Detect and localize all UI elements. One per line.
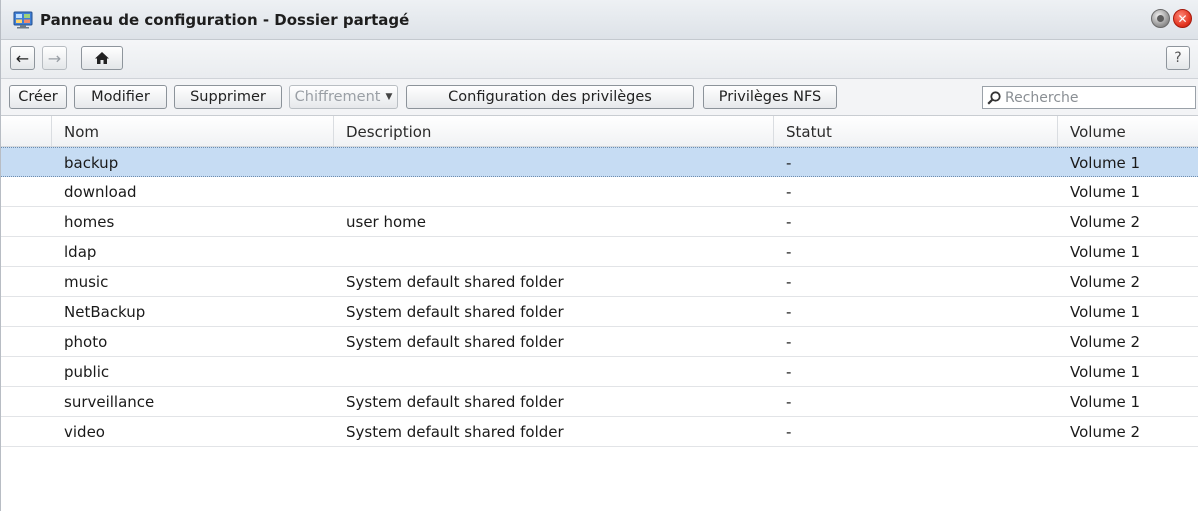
caret-down-icon: ▼ xyxy=(385,92,393,102)
cell-name: backup xyxy=(64,154,119,172)
close-icon: ✕ xyxy=(1177,11,1188,26)
table-row[interactable]: surveillance System default shared folder… xyxy=(1,387,1198,417)
cell-status: - xyxy=(786,303,792,321)
delete-button[interactable]: Supprimer xyxy=(174,85,282,109)
cell-description: System default shared folder xyxy=(346,273,564,291)
cell-description: user home xyxy=(346,213,427,231)
column-header-blank xyxy=(1,116,52,146)
cell-status: - xyxy=(786,154,792,172)
close-button[interactable]: ✕ xyxy=(1173,9,1192,28)
cell-name: ldap xyxy=(64,243,97,261)
encryption-label: Chiffrement xyxy=(294,89,381,105)
window-title: Panneau de configuration - Dossier parta… xyxy=(40,10,410,29)
cell-name: photo xyxy=(64,333,108,351)
privileges-config-button[interactable]: Configuration des privilèges xyxy=(406,85,694,109)
cell-volume: Volume 1 xyxy=(1070,154,1141,172)
cell-description xyxy=(334,177,774,206)
cell-volume: Volume 2 xyxy=(1070,333,1141,351)
cell-description: System default shared folder xyxy=(346,423,564,441)
cell-description xyxy=(334,237,774,266)
cell-description: System default shared folder xyxy=(346,393,564,411)
toolbar: Créer Modifier Supprimer Chiffrement ▼ C… xyxy=(1,79,1198,116)
home-button[interactable] xyxy=(81,46,123,70)
cell-status: - xyxy=(786,333,792,351)
search-icon xyxy=(987,90,1001,105)
search-input[interactable] xyxy=(1001,89,1185,106)
create-button[interactable]: Créer xyxy=(9,85,67,109)
shared-folder-table: Nom Description Statut Volume backup - Vol… xyxy=(1,116,1198,447)
cell-volume: Volume 2 xyxy=(1070,213,1141,231)
cell-name: public xyxy=(64,363,110,381)
table-row[interactable]: download - Volume 1 xyxy=(1,177,1198,207)
cell-description: System default shared folder xyxy=(346,303,564,321)
minimize-button[interactable] xyxy=(1151,9,1170,28)
control-panel-window: Panneau de configuration - Dossier parta… xyxy=(0,0,1198,511)
table-row[interactable]: ldap - Volume 1 xyxy=(1,237,1198,267)
table-row[interactable]: NetBackup System default shared folder - Vo… xyxy=(1,297,1198,327)
title-bar[interactable]: Panneau de configuration - Dossier parta… xyxy=(1,0,1198,40)
edit-button[interactable]: Modifier xyxy=(74,85,167,109)
cell-description: System default shared folder xyxy=(346,333,564,351)
arrow-left-icon: ← xyxy=(15,48,30,68)
search-box[interactable] xyxy=(982,86,1196,109)
cell-description xyxy=(334,357,774,386)
cell-volume: Volume 2 xyxy=(1070,423,1141,441)
cell-status: - xyxy=(786,393,792,411)
cell-volume: Volume 1 xyxy=(1070,363,1141,381)
nfs-privileges-button[interactable]: Privilèges NFS xyxy=(703,85,837,109)
help-button[interactable]: ? xyxy=(1166,46,1190,70)
minimize-icon xyxy=(1157,15,1164,22)
column-header-description[interactable]: Description xyxy=(334,116,774,146)
forward-button[interactable]: → xyxy=(42,46,67,70)
home-icon xyxy=(95,52,109,64)
table-body: backup - Volume 1 download - Volume 1 homes use… xyxy=(1,147,1198,447)
cell-name: download xyxy=(64,183,137,201)
back-button[interactable]: ← xyxy=(10,46,35,70)
cell-status: - xyxy=(786,183,792,201)
cell-status: - xyxy=(786,273,792,291)
table-row[interactable]: public - Volume 1 xyxy=(1,357,1198,387)
cell-status: - xyxy=(786,423,792,441)
cell-name: homes xyxy=(64,213,115,231)
control-panel-icon xyxy=(13,11,33,28)
table-row[interactable]: music System default shared folder - Volume… xyxy=(1,267,1198,297)
arrow-right-icon: → xyxy=(47,48,62,68)
navigation-bar: ← → ? xyxy=(1,40,1198,79)
cell-volume: Volume 1 xyxy=(1070,243,1141,261)
cell-volume: Volume 1 xyxy=(1070,303,1141,321)
cell-volume: Volume 1 xyxy=(1070,393,1141,411)
column-header-volume[interactable]: Volume xyxy=(1058,116,1198,146)
column-header-name[interactable]: Nom xyxy=(52,116,334,146)
cell-name: surveillance xyxy=(64,393,155,411)
cell-status: - xyxy=(786,363,792,381)
table-row[interactable]: backup - Volume 1 xyxy=(1,147,1198,177)
encryption-dropdown[interactable]: Chiffrement ▼ xyxy=(289,85,398,109)
table-header: Nom Description Statut Volume xyxy=(1,116,1198,147)
cell-volume: Volume 2 xyxy=(1070,273,1141,291)
table-row[interactable]: homes user home - Volume 2 xyxy=(1,207,1198,237)
table-row[interactable]: video System default shared folder - Volume… xyxy=(1,417,1198,447)
cell-status: - xyxy=(786,243,792,261)
help-icon: ? xyxy=(1174,50,1182,66)
cell-name: video xyxy=(64,423,105,441)
cell-name: NetBackup xyxy=(64,303,146,321)
cell-description xyxy=(334,148,774,177)
cell-status: - xyxy=(786,213,792,231)
column-header-status[interactable]: Statut xyxy=(774,116,1058,146)
cell-volume: Volume 1 xyxy=(1070,183,1141,201)
cell-name: music xyxy=(64,273,109,291)
table-row[interactable]: photo System default shared folder - Volume… xyxy=(1,327,1198,357)
